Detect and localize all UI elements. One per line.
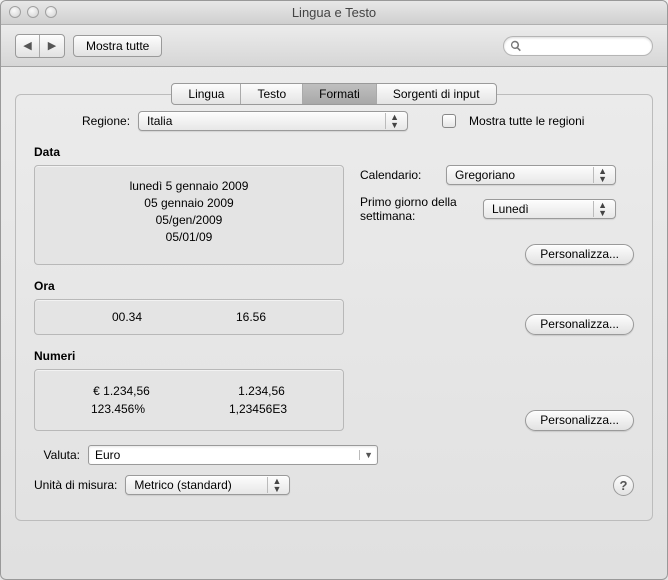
customize-time-label: Personalizza... <box>540 317 619 331</box>
search-icon <box>510 40 522 52</box>
currency-value: Euro <box>95 448 120 462</box>
date-section: Data lunedì 5 gennaio 2009 05 gennaio 20… <box>34 145 634 265</box>
tab-sorgenti[interactable]: Sorgenti di input <box>377 84 496 104</box>
numbers-decimal-sample: 1.234,56 <box>238 384 285 398</box>
calendar-label: Calendario: <box>360 168 438 182</box>
updown-icon: ▲▼ <box>267 477 285 493</box>
forward-button[interactable]: ▶ <box>40 35 64 57</box>
calendar-select[interactable]: Gregoriano ▲▼ <box>446 165 616 185</box>
tab-bar: Lingua Testo Formati Sorgenti di input <box>171 83 496 105</box>
back-button[interactable]: ◀ <box>16 35 40 57</box>
tab-testo[interactable]: Testo <box>241 84 303 104</box>
numbers-section: Numeri € 1.234,56 1.234,56 123.456% 1,23… <box>34 349 634 431</box>
region-label: Regione: <box>82 114 130 128</box>
date-sample-short: 05/01/09 <box>49 230 329 244</box>
toolbar: ◀ ▶ Mostra tutte <box>1 25 667 67</box>
numbers-currency-sample: € 1.234,56 <box>93 384 150 398</box>
show-all-label: Mostra tutte <box>86 39 149 53</box>
customize-date-label: Personalizza... <box>540 247 619 261</box>
customize-time-button[interactable]: Personalizza... <box>525 314 634 335</box>
date-sample-box: lunedì 5 gennaio 2009 05 gennaio 2009 05… <box>34 165 344 265</box>
show-all-button[interactable]: Mostra tutte <box>73 35 162 57</box>
search-input[interactable] <box>503 36 653 56</box>
customize-numbers-label: Personalizza... <box>540 413 619 427</box>
show-all-regions-checkbox[interactable] <box>442 114 456 128</box>
preferences-window: Lingua e Testo ◀ ▶ Mostra tutte Lingua T… <box>0 0 668 580</box>
time-sample-0: 00.34 <box>112 310 142 324</box>
updown-icon: ▲▼ <box>593 167 611 183</box>
dropdown-icon: ▼ <box>359 450 377 460</box>
formats-panel: Regione: Italia ▲▼ Mostra tutte le regio… <box>15 94 653 521</box>
date-sample-full: lunedì 5 gennaio 2009 <box>49 179 329 193</box>
units-value: Metrico (standard) <box>134 478 231 492</box>
units-label: Unità di misura: <box>34 478 117 492</box>
time-sample-box: 00.34 16.56 <box>34 299 344 335</box>
help-button[interactable]: ? <box>613 475 634 496</box>
window-title: Lingua e Testo <box>1 5 667 20</box>
tab-lingua[interactable]: Lingua <box>172 84 241 104</box>
help-icon: ? <box>620 478 628 493</box>
updown-icon: ▲▼ <box>593 201 611 217</box>
currency-label: Valuta: <box>34 448 80 462</box>
zoom-button[interactable] <box>45 6 57 18</box>
date-section-title: Data <box>34 145 634 159</box>
window-controls <box>9 6 57 18</box>
first-day-label: Primo giorno della settimana: <box>360 195 475 224</box>
units-select[interactable]: Metrico (standard) ▲▼ <box>125 475 290 495</box>
titlebar: Lingua e Testo <box>1 1 667 25</box>
currency-combo[interactable]: Euro ▼ <box>88 445 378 465</box>
numbers-percent-sample: 123.456% <box>91 402 145 416</box>
show-all-regions-label: Mostra tutte le regioni <box>469 114 584 128</box>
time-section-title: Ora <box>34 279 634 293</box>
date-sample-long: 05 gennaio 2009 <box>49 196 329 210</box>
region-row: Regione: Italia ▲▼ Mostra tutte le regio… <box>82 111 634 131</box>
customize-date-button[interactable]: Personalizza... <box>525 244 634 265</box>
time-sample-1: 16.56 <box>236 310 266 324</box>
updown-icon: ▲▼ <box>385 113 403 129</box>
nav-buttons: ◀ ▶ <box>15 34 65 58</box>
numbers-sample-box: € 1.234,56 1.234,56 123.456% 1,23456E3 <box>34 369 344 431</box>
first-day-select[interactable]: Lunedì ▲▼ <box>483 199 616 219</box>
minimize-button[interactable] <box>27 6 39 18</box>
numbers-section-title: Numeri <box>34 349 634 363</box>
close-button[interactable] <box>9 6 21 18</box>
region-select[interactable]: Italia ▲▼ <box>138 111 408 131</box>
tab-formati[interactable]: Formati <box>303 84 377 104</box>
content-area: Lingua Testo Formati Sorgenti di input R… <box>1 67 667 535</box>
numbers-scientific-sample: 1,23456E3 <box>229 402 287 416</box>
customize-numbers-button[interactable]: Personalizza... <box>525 410 634 431</box>
date-sample-medium: 05/gen/2009 <box>49 213 329 227</box>
time-section: Ora 00.34 16.56 Personalizza... <box>34 279 634 335</box>
calendar-value: Gregoriano <box>455 168 515 182</box>
region-value: Italia <box>147 114 172 128</box>
first-day-value: Lunedì <box>492 202 529 216</box>
